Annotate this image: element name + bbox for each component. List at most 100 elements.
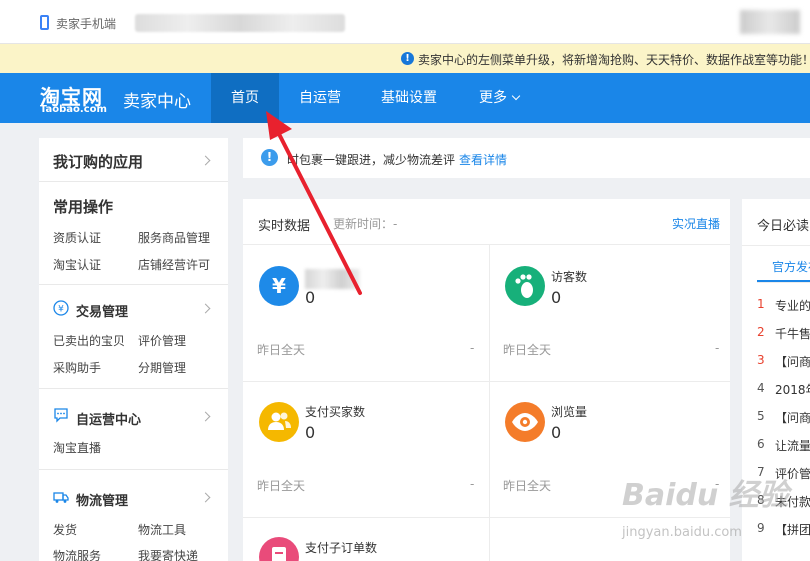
chat-bubble-icon xyxy=(54,408,68,423)
list-item[interactable]: 千牛售 xyxy=(775,325,810,342)
main-navigation: 淘宝网 Taobao.com 卖家中心 首页 自运营 基础设置 更多 xyxy=(0,73,810,123)
truck-icon xyxy=(53,492,69,503)
link-logistics-tools[interactable]: 物流工具 xyxy=(138,521,186,538)
divider xyxy=(243,381,730,382)
watermark-url: jingyan.baidu.com xyxy=(622,525,742,540)
metric-yesterday-value: - xyxy=(470,341,475,355)
list-item[interactable]: 【问商 xyxy=(775,353,810,370)
info-icon: ! xyxy=(401,52,414,65)
blurred-url-area xyxy=(135,14,345,32)
tab-home[interactable]: 首页 xyxy=(211,73,279,123)
list-item[interactable]: 专业的 xyxy=(775,297,810,314)
link-taobao-cert[interactable]: 淘宝认证 xyxy=(53,256,101,273)
link-purchase-assistant[interactable]: 采购助手 xyxy=(53,359,101,376)
divider xyxy=(742,245,810,246)
metric-label: 浏览量 xyxy=(551,405,588,419)
metric-value: 0 xyxy=(305,288,316,307)
realtime-panel-header: 实时数据 更新时间：- 实况直播 xyxy=(243,199,730,245)
notice-text: 卖家中心的左侧菜单升级，将新增淘抢购、天天特价、数据作战室等功能！ xyxy=(418,53,810,67)
link-logistics-service[interactable]: 物流服务 xyxy=(53,547,101,561)
link-installment[interactable]: 分期管理 xyxy=(138,359,186,376)
common-ops-title: 常用操作 xyxy=(53,198,114,216)
divider xyxy=(489,245,490,561)
browser-top-bar: 卖家手机端 xyxy=(0,0,810,44)
tab-basic-settings[interactable]: 基础设置 xyxy=(366,73,452,123)
tab-home-label: 首页 xyxy=(231,90,259,106)
subscribed-apps-header[interactable]: 我订购的应用 xyxy=(39,138,228,182)
watermark-brand: Baidu 经验 xyxy=(622,478,789,513)
list-item-number: 2 xyxy=(757,325,765,339)
svg-text:¥: ¥ xyxy=(58,305,64,315)
yen-circle-icon: ¥ xyxy=(53,300,69,316)
metric-value: 0 xyxy=(305,423,316,442)
tab-more-label: 更多 xyxy=(479,90,507,106)
divider xyxy=(757,282,810,283)
order-icon xyxy=(259,537,299,561)
tab-self-operation[interactable]: 自运营 xyxy=(285,73,355,123)
view-details-link[interactable]: 查看详情 xyxy=(459,153,507,167)
divider xyxy=(39,469,228,470)
link-ship[interactable]: 发货 xyxy=(53,521,77,538)
chevron-right-icon xyxy=(200,303,211,314)
tab-more[interactable]: 更多 xyxy=(466,73,532,123)
metric-footer: 昨日全天 xyxy=(503,479,552,493)
list-item-number: 6 xyxy=(757,437,765,451)
chevron-right-icon xyxy=(200,155,211,166)
tab-self-operation-label: 自运营 xyxy=(299,90,341,106)
announcement-text: 时包裹一键跟进，减少物流差评 查看详情 xyxy=(287,151,507,168)
left-sidebar: 我订购的应用 常用操作 资质认证 服务商品管理 淘宝认证 店铺经营许可 ¥ 交易… xyxy=(39,138,228,561)
logistics-announcement: ! 时包裹一键跟进，减少物流差评 查看详情 xyxy=(243,138,810,178)
blurred-account-area xyxy=(740,10,800,34)
update-time: 更新时间：- xyxy=(333,217,398,231)
mobile-phone-icon xyxy=(40,15,49,30)
footprint-icon xyxy=(505,266,545,306)
info-icon: ! xyxy=(261,149,278,166)
trade-management-title[interactable]: 交易管理 xyxy=(76,301,128,320)
seller-center-title[interactable]: 卖家中心 xyxy=(123,87,191,112)
link-sold-items[interactable]: 已卖出的宝贝 xyxy=(53,332,125,349)
list-item-number: 1 xyxy=(757,297,765,311)
link-qualification[interactable]: 资质认证 xyxy=(53,229,101,246)
metric-footer: 昨日全天 xyxy=(503,343,552,357)
eye-icon xyxy=(505,402,545,442)
live-link[interactable]: 实况直播 xyxy=(672,215,720,232)
link-taobao-live[interactable]: 淘宝直播 xyxy=(53,439,101,456)
metric-label: 访客数 xyxy=(551,270,588,284)
realtime-title: 实时数据 xyxy=(258,219,311,234)
subscribed-apps-title: 我订购的应用 xyxy=(53,153,144,171)
tab-official-release[interactable]: 官方发布 xyxy=(772,258,810,275)
list-item-number: 4 xyxy=(757,381,765,395)
metric-value: 0 xyxy=(551,423,562,442)
baidu-watermark: Baidu 经验 jingyan.baidu.com xyxy=(612,470,810,550)
list-item[interactable]: 【问商 xyxy=(775,409,810,426)
logistics-management-title[interactable]: 物流管理 xyxy=(76,490,128,509)
divider xyxy=(39,284,228,285)
link-service-goods[interactable]: 服务商品管理 xyxy=(138,229,210,246)
metric-label: 支付子订单数 xyxy=(305,541,378,555)
must-read-title: 今日必读 xyxy=(757,219,810,234)
announcement-message: 时包裹一键跟进，减少物流差评 xyxy=(287,153,456,167)
link-send-express[interactable]: 我要寄快递 xyxy=(138,547,198,561)
users-icon xyxy=(259,402,299,442)
self-operation-center-title[interactable]: 自运营中心 xyxy=(76,409,141,428)
list-item-number: 3 xyxy=(757,353,765,367)
list-item[interactable]: 2018年 xyxy=(775,381,810,398)
yen-icon: ¥ xyxy=(259,266,299,306)
metric-footer: 昨日全天 xyxy=(257,343,306,357)
link-review-management[interactable]: 评价管理 xyxy=(138,332,186,349)
blurred-metric-label xyxy=(305,269,360,289)
chevron-right-icon xyxy=(200,411,211,422)
divider xyxy=(39,388,228,389)
taobao-logo-sub: Taobao.com xyxy=(40,104,107,115)
list-item[interactable]: 让流量 xyxy=(775,437,810,454)
metric-footer: 昨日全天 xyxy=(257,479,306,493)
metric-value: 0 xyxy=(551,288,562,307)
link-store-license[interactable]: 店铺经营许可 xyxy=(138,256,210,273)
chevron-down-icon xyxy=(511,91,521,101)
seller-mobile-link[interactable]: 卖家手机端 xyxy=(56,15,116,32)
metric-yesterday-value: - xyxy=(715,341,720,355)
metric-label: 支付买家数 xyxy=(305,405,366,419)
tab-basic-settings-label: 基础设置 xyxy=(381,90,437,106)
chevron-right-icon xyxy=(200,492,211,503)
upgrade-notice: ! 卖家中心的左侧菜单升级，将新增淘抢购、天天特价、数据作战室等功能！ xyxy=(0,44,810,73)
